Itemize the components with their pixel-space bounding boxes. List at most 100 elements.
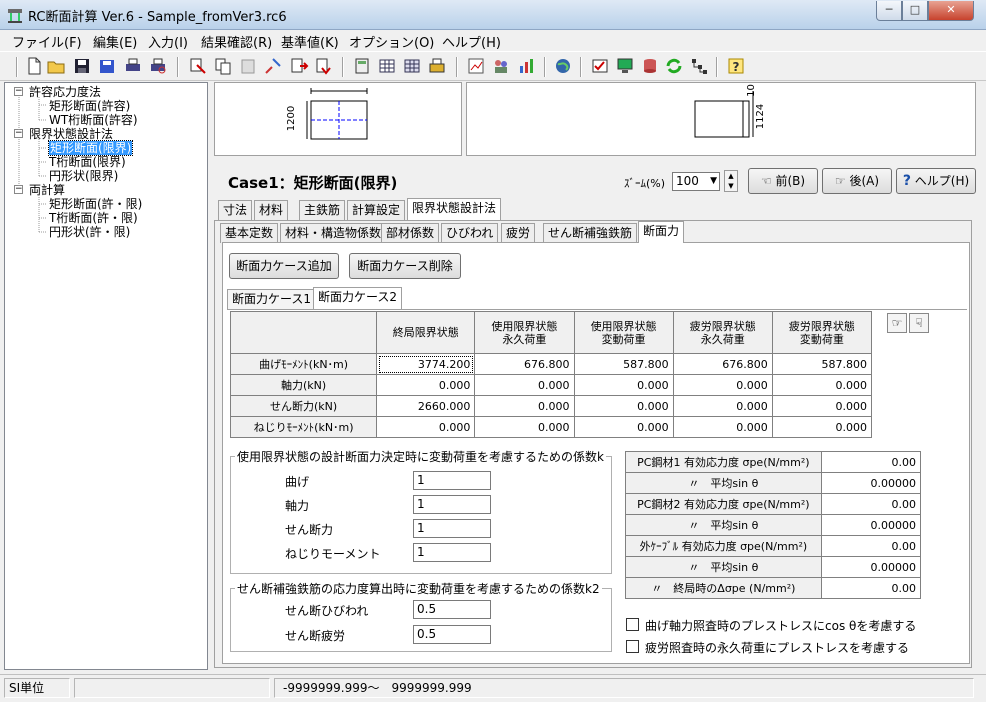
- tab-shear-rebar[interactable]: せん断補強鉄筋: [543, 223, 638, 243]
- calculator-icon[interactable]: [352, 56, 372, 76]
- prev-button[interactable]: ☜ 前(B): [748, 168, 818, 194]
- table-cell[interactable]: 587.800: [573, 353, 674, 375]
- save-icon[interactable]: [72, 56, 92, 76]
- tab-main-rebar[interactable]: 主鉄筋: [299, 200, 346, 220]
- hand-down-icon[interactable]: ☟: [909, 313, 929, 333]
- tab-member-factors[interactable]: 部材係数: [381, 223, 440, 243]
- tab-materials[interactable]: 材料: [254, 200, 289, 220]
- globe-icon[interactable]: [553, 56, 573, 76]
- table-cell[interactable]: 2660.000: [376, 395, 476, 417]
- print-preview-icon[interactable]: [148, 56, 168, 76]
- table-cell[interactable]: 0.000: [573, 374, 674, 396]
- users-icon[interactable]: [491, 56, 511, 76]
- chart-icon[interactable]: [516, 56, 536, 76]
- table-icon[interactable]: [377, 56, 397, 76]
- menu-input[interactable]: 入力(I): [148, 32, 188, 51]
- tab-force-case-1[interactable]: 断面力ケース1: [227, 289, 317, 309]
- coeff-bending-input[interactable]: 1: [413, 471, 491, 490]
- tab-basic-constants[interactable]: 基本定数: [220, 223, 279, 243]
- menu-edit[interactable]: 編集(E): [93, 32, 137, 51]
- table-cell[interactable]: 0.000: [771, 395, 873, 417]
- table-cell[interactable]: 676.800: [474, 353, 575, 375]
- import-icon[interactable]: [289, 56, 309, 76]
- database-icon[interactable]: [640, 56, 660, 76]
- header-fatigue-permanent: 疲労限界状態 永久荷重: [672, 311, 773, 354]
- zoom-select[interactable]: 100 ▼: [672, 172, 720, 191]
- close-button[interactable]: ✕: [928, 1, 974, 21]
- add-force-case-button[interactable]: 断面力ケース追加: [229, 253, 339, 279]
- menu-standards[interactable]: 基準値(K): [281, 32, 339, 51]
- new-file-icon[interactable]: [24, 56, 44, 76]
- table-cell[interactable]: 0.000: [771, 416, 873, 438]
- paste-icon[interactable]: [238, 56, 258, 76]
- table-cell[interactable]: 3774.200: [376, 353, 476, 375]
- monitor-icon[interactable]: [615, 56, 635, 76]
- table-cell[interactable]: 0.000: [474, 416, 575, 438]
- table-cell[interactable]: 676.800: [672, 353, 773, 375]
- coeff-shear-fatigue-input[interactable]: 0.5: [413, 625, 491, 644]
- tab-fatigue[interactable]: 疲労: [501, 223, 536, 243]
- table-cell[interactable]: 0.000: [672, 395, 773, 417]
- print-icon[interactable]: [123, 56, 143, 76]
- tree-structure-icon[interactable]: [689, 56, 709, 76]
- tab-calc-settings[interactable]: 計算設定: [347, 200, 406, 220]
- table-cell[interactable]: 0.000: [474, 374, 575, 396]
- table-cell[interactable]: 0.000: [771, 374, 873, 396]
- refresh-icon[interactable]: [664, 56, 684, 76]
- menu-options[interactable]: オプション(O): [349, 32, 434, 51]
- tools-icon[interactable]: [263, 56, 283, 76]
- coeff-torsion-input[interactable]: 1: [413, 543, 491, 562]
- tab-limit-state[interactable]: 限界状態設計法: [407, 198, 502, 220]
- table-cell[interactable]: 0.00: [820, 535, 922, 557]
- copy-icon[interactable]: [213, 56, 233, 76]
- table-cell[interactable]: 0.000: [573, 416, 674, 438]
- zoom-spinner[interactable]: ▲ ▼: [724, 170, 738, 192]
- header-ultimate: 終局限界状態: [376, 311, 476, 354]
- hand-point-icon[interactable]: ☞: [887, 313, 907, 333]
- table-cell[interactable]: 0.00000: [820, 472, 922, 494]
- cut-icon[interactable]: [188, 56, 208, 76]
- table-cell[interactable]: 0.00: [820, 493, 922, 515]
- export-icon[interactable]: [314, 56, 334, 76]
- grid-icon[interactable]: [402, 56, 422, 76]
- cos-theta-checkbox[interactable]: [626, 618, 639, 631]
- table-cell[interactable]: 0.000: [672, 416, 773, 438]
- table-cell[interactable]: 0.000: [672, 374, 773, 396]
- table-cell[interactable]: 0.000: [376, 374, 476, 396]
- chevron-down-icon: ▼: [710, 176, 717, 186]
- help-button[interactable]: ? ヘルプ(H): [896, 168, 976, 194]
- maximize-button[interactable]: □: [902, 1, 928, 21]
- tab-material-factors[interactable]: 材料・構造物係数: [280, 223, 387, 243]
- settings-check-icon[interactable]: [590, 56, 610, 76]
- delete-force-case-button[interactable]: 断面力ケース削除: [349, 253, 461, 279]
- open-folder-icon[interactable]: [46, 56, 66, 76]
- tab-section-force[interactable]: 断面力: [638, 221, 685, 243]
- table-cell[interactable]: 0.00000: [820, 556, 922, 578]
- window-title: RC断面計算 Ver.6 - Sample_fromVer3.rc6: [28, 10, 287, 25]
- menu-file[interactable]: ファイル(F): [12, 32, 82, 51]
- table-cell[interactable]: 587.800: [771, 353, 873, 375]
- table-cell[interactable]: 0.00000: [820, 514, 922, 536]
- tab-dimensions[interactable]: 寸法: [218, 200, 253, 220]
- next-button[interactable]: ☞ 後(A): [822, 168, 892, 194]
- minimize-button[interactable]: ─: [876, 1, 902, 21]
- fatigue-prestress-checkbox[interactable]: [626, 640, 639, 653]
- graph-icon[interactable]: [466, 56, 486, 76]
- menu-help[interactable]: ヘルプ(H): [442, 32, 501, 51]
- tab-cracking[interactable]: ひびわれ: [441, 223, 499, 243]
- table-cell[interactable]: 0.000: [376, 416, 476, 438]
- table-cell[interactable]: 0.000: [474, 395, 575, 417]
- table-cell[interactable]: 0.00: [820, 577, 922, 599]
- save-as-icon[interactable]: [97, 56, 117, 76]
- coeff-shear-input[interactable]: 1: [413, 519, 491, 538]
- menu-results[interactable]: 結果確認(R): [201, 32, 272, 51]
- print-report-icon[interactable]: [427, 56, 447, 76]
- table-cell[interactable]: 0.00: [820, 451, 922, 473]
- zoom-value: 100: [676, 174, 699, 188]
- tab-force-case-2[interactable]: 断面力ケース2: [313, 287, 403, 309]
- help-icon[interactable]: ?: [726, 56, 746, 76]
- coeff-axial-input[interactable]: 1: [413, 495, 491, 514]
- table-cell[interactable]: 0.000: [573, 395, 674, 417]
- table-row: 軸力(kN) 0.000 0.000 0.000 0.000 0.000: [229, 374, 873, 396]
- coeff-shear-crack-input[interactable]: 0.5: [413, 600, 491, 619]
